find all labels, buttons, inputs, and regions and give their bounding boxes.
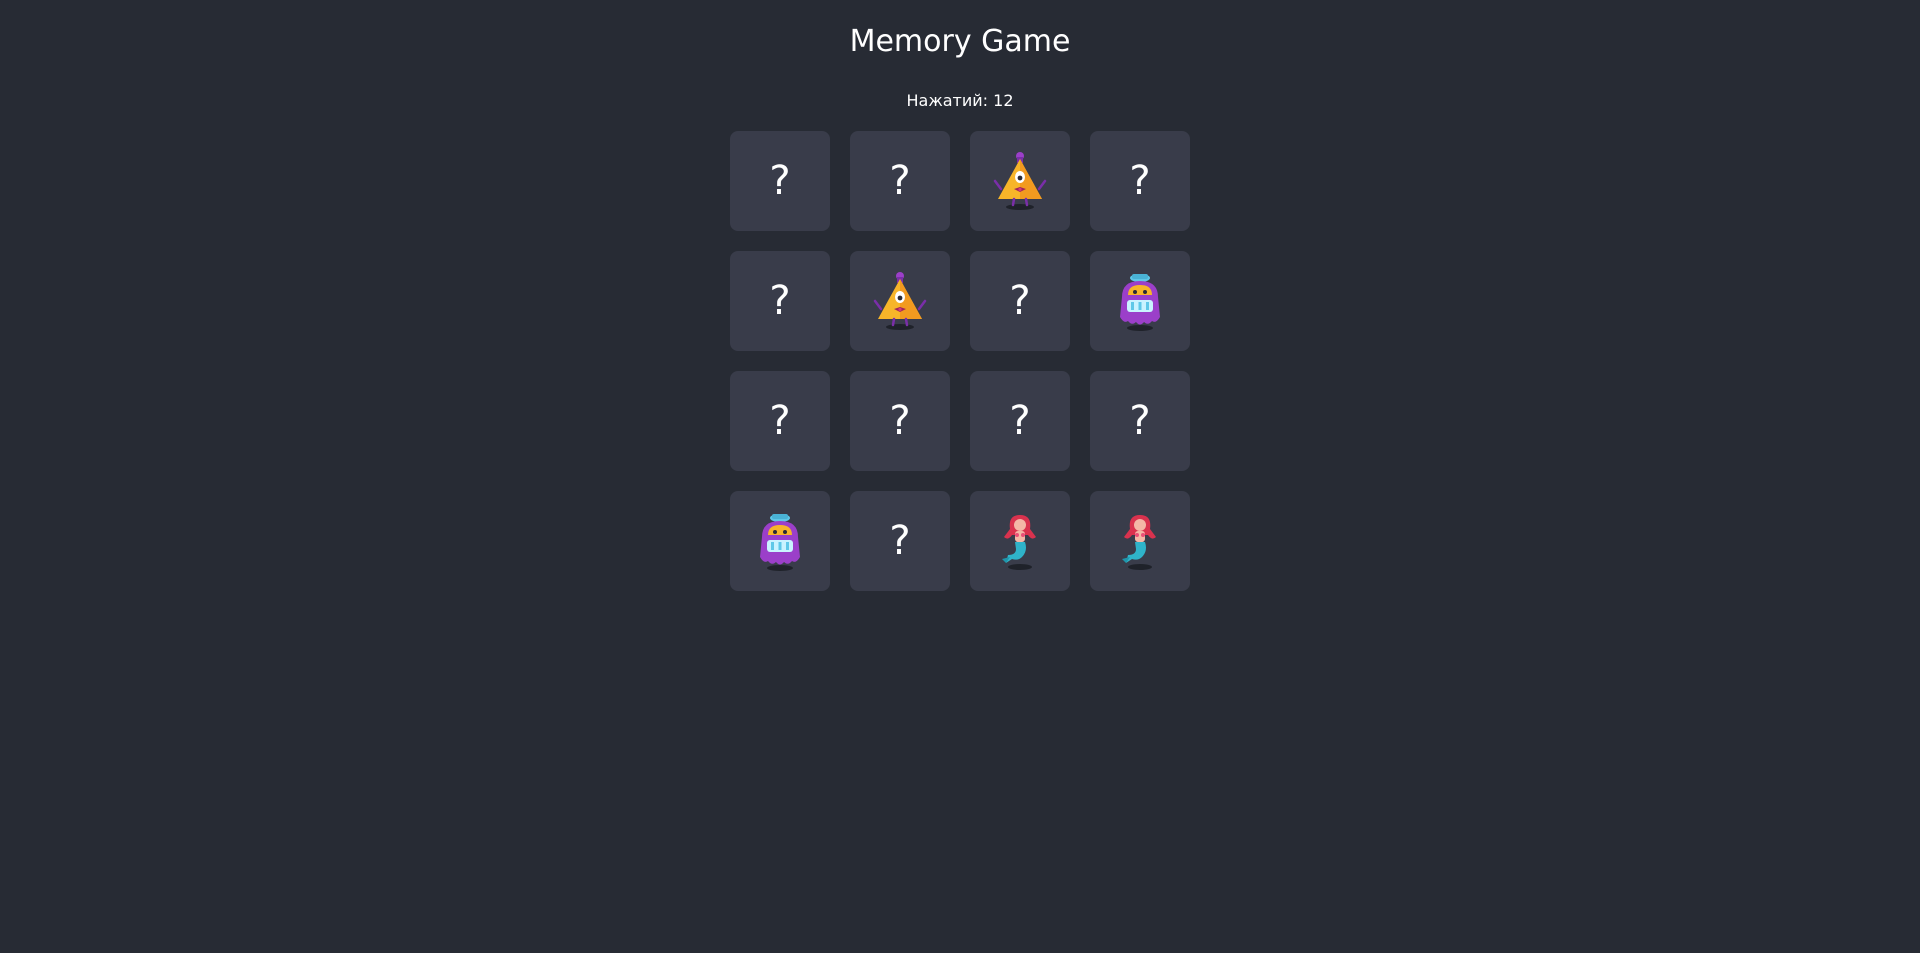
- card-revealed[interactable]: [1090, 491, 1190, 591]
- question-mark-icon: ?: [1009, 398, 1031, 444]
- card-hidden[interactable]: ?: [730, 371, 830, 471]
- purple-monster-icon: [1108, 269, 1172, 333]
- question-mark-icon: ?: [769, 398, 791, 444]
- question-mark-icon: ?: [1129, 158, 1151, 204]
- card-revealed[interactable]: [970, 491, 1070, 591]
- question-mark-icon: ?: [1129, 398, 1151, 444]
- card-revealed[interactable]: [1090, 251, 1190, 351]
- card-revealed[interactable]: [970, 131, 1070, 231]
- question-mark-icon: ?: [889, 518, 911, 564]
- card-hidden[interactable]: ?: [1090, 131, 1190, 231]
- mermaid-icon: [988, 509, 1052, 573]
- card-hidden[interactable]: ?: [730, 131, 830, 231]
- question-mark-icon: ?: [769, 158, 791, 204]
- click-counter: Нажатий: 12: [906, 91, 1014, 110]
- question-mark-icon: ?: [769, 278, 791, 324]
- card-hidden[interactable]: ?: [970, 371, 1070, 471]
- question-mark-icon: ?: [1009, 278, 1031, 324]
- card-revealed[interactable]: [850, 251, 950, 351]
- card-hidden[interactable]: ?: [1090, 371, 1190, 471]
- card-revealed[interactable]: [730, 491, 830, 591]
- card-hidden[interactable]: ?: [730, 251, 830, 351]
- card-hidden[interactable]: ?: [850, 131, 950, 231]
- mermaid-icon: [1108, 509, 1172, 573]
- purple-monster-icon: [748, 509, 812, 573]
- triangle-eye-creature-icon: [868, 269, 932, 333]
- card-hidden[interactable]: ?: [850, 491, 950, 591]
- card-hidden[interactable]: ?: [970, 251, 1070, 351]
- question-mark-icon: ?: [889, 158, 911, 204]
- card-grid: ??????????: [730, 131, 1190, 591]
- card-hidden[interactable]: ?: [850, 371, 950, 471]
- page-title: Memory Game: [849, 24, 1071, 59]
- game-page: Memory Game Нажатий: 12 ??????????: [0, 0, 1920, 953]
- triangle-eye-creature-icon: [988, 149, 1052, 213]
- question-mark-icon: ?: [889, 398, 911, 444]
